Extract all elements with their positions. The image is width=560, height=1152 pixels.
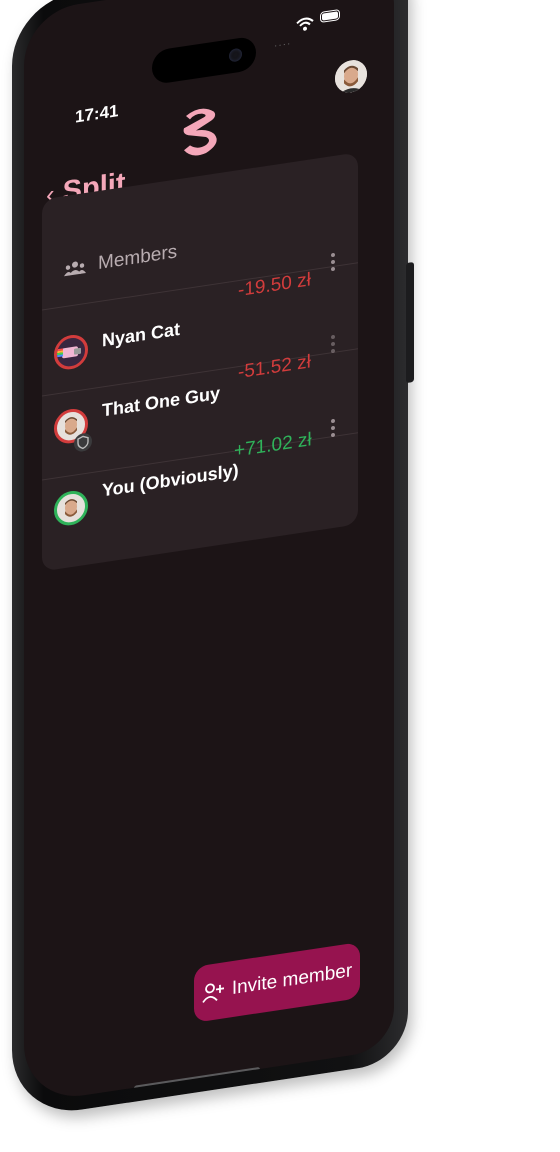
nyan-cat-icon [57, 346, 81, 359]
app-screen: 17:41 ···· ‹ Split Members Nyan Cat -19.… [24, 0, 394, 1105]
phone-frame: 17:41 ···· ‹ Split Members Nyan Cat -19.… [12, 0, 414, 1121]
face-icon [65, 499, 77, 517]
invite-member-button[interactable]: Invite member [194, 941, 360, 1023]
home-indicator[interactable] [134, 1066, 260, 1091]
signal-icon: ···· [274, 38, 292, 52]
wifi-icon [296, 17, 314, 31]
invite-label: Invite member [231, 960, 353, 1000]
face-icon [335, 57, 367, 95]
side-button [406, 261, 414, 384]
more-options-icon[interactable] [330, 416, 336, 441]
profile-avatar[interactable] [335, 57, 367, 95]
group-icon [64, 261, 86, 277]
dynamic-island [152, 35, 256, 86]
more-options-icon[interactable] [330, 332, 336, 357]
shield-icon [74, 433, 92, 452]
person-plus-icon [202, 983, 224, 1003]
camera-icon [229, 47, 242, 63]
app-logo-icon [183, 108, 217, 156]
status-time: 17:41 [75, 101, 119, 127]
more-options-icon[interactable] [330, 250, 336, 275]
battery-icon [320, 8, 340, 23]
